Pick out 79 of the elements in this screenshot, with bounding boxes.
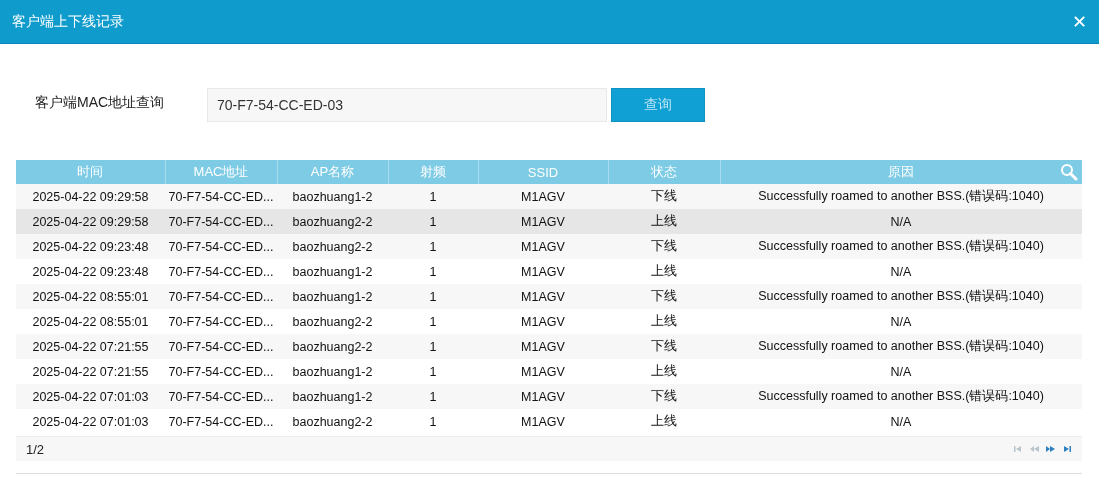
table-cell: 下线	[608, 334, 720, 359]
table-cell: 1	[388, 184, 478, 209]
page-indicator: 1/2	[26, 441, 45, 457]
table-cell: Successfully roamed to another BSS.(错误码:1040)	[720, 334, 1082, 359]
column-header[interactable]: SSID	[478, 160, 608, 184]
table-cell: 2025-04-22 09:23:48	[16, 234, 165, 259]
table-cell: M1AGV	[478, 359, 608, 384]
table-cell: 70-F7-54-CC-ED...	[165, 359, 277, 384]
table-cell: N/A	[720, 209, 1082, 234]
window-title: 客户端上下线记录	[12, 12, 124, 31]
column-header[interactable]: 状态	[608, 160, 720, 184]
table-cell: 1	[388, 259, 478, 284]
close-button[interactable]: ✕	[1071, 11, 1087, 32]
table-cell: 1	[388, 384, 478, 409]
table-cell: 1	[388, 209, 478, 234]
column-header[interactable]: MAC地址	[165, 160, 277, 184]
table-cell: 2025-04-22 09:23:48	[16, 259, 165, 284]
table-cell: 70-F7-54-CC-ED...	[165, 384, 277, 409]
table-cell: 1	[388, 359, 478, 384]
table-cell: 1	[388, 284, 478, 309]
table-cell: baozhuang1-2	[277, 184, 388, 209]
table-cell: 下线	[608, 284, 720, 309]
table-cell: M1AGV	[478, 259, 608, 284]
query-button[interactable]: 查询	[611, 88, 705, 122]
table-cell: 下线	[608, 234, 720, 259]
table-cell: baozhuang2-2	[277, 334, 388, 359]
table-cell: Successfully roamed to another BSS.(错误码:1040)	[720, 384, 1082, 409]
column-header[interactable]: 时间	[16, 160, 165, 184]
table-cell: N/A	[720, 259, 1082, 284]
table-cell: Successfully roamed to another BSS.(错误码:1040)	[720, 234, 1082, 259]
table-cell: baozhuang2-2	[277, 234, 388, 259]
table-cell: N/A	[720, 359, 1082, 384]
table-cell: 下线	[608, 184, 720, 209]
table-cell: 2025-04-22 08:55:01	[16, 284, 165, 309]
table-cell: baozhuang2-2	[277, 309, 388, 334]
table-cell: 70-F7-54-CC-ED...	[165, 334, 277, 359]
table-cell: M1AGV	[478, 384, 608, 409]
table-cell: 70-F7-54-CC-ED...	[165, 234, 277, 259]
table-cell: baozhuang1-2	[277, 284, 388, 309]
table-cell: 70-F7-54-CC-ED...	[165, 309, 277, 334]
table-cell: baozhuang1-2	[277, 384, 388, 409]
table-cell: 1	[388, 334, 478, 359]
table-cell: Successfully roamed to another BSS.(错误码:1040)	[720, 184, 1082, 209]
table-cell: 2025-04-22 08:55:01	[16, 309, 165, 334]
table-cell: 70-F7-54-CC-ED...	[165, 284, 277, 309]
search-label: 客户端MAC地址查询	[35, 94, 166, 112]
table-cell: 下线	[608, 384, 720, 409]
table-cell: N/A	[720, 309, 1082, 334]
last-page-icon[interactable]	[1061, 444, 1072, 454]
table-cell: 1	[388, 309, 478, 334]
table-cell: baozhuang2-2	[277, 209, 388, 234]
table-cell: 1	[388, 234, 478, 259]
column-header[interactable]: AP名称	[277, 160, 388, 184]
table-cell: 上线	[608, 309, 720, 334]
mac-search-field[interactable]: 70-F7-54-CC-ED-03	[207, 88, 607, 122]
next-page-icon[interactable]	[1045, 444, 1056, 454]
column-header[interactable]: 射频	[388, 160, 478, 184]
table-cell: M1AGV	[478, 184, 608, 209]
table-cell: baozhuang1-2	[277, 359, 388, 384]
column-header[interactable]: 原因	[720, 160, 1082, 184]
table-cell: 2025-04-22 07:21:55	[16, 334, 165, 359]
search-icon[interactable]	[1060, 163, 1078, 181]
table-cell: M1AGV	[478, 234, 608, 259]
table-cell: 2025-04-22 09:29:58	[16, 184, 165, 209]
table-cell: 70-F7-54-CC-ED...	[165, 259, 277, 284]
table-cell: M1AGV	[478, 284, 608, 309]
table-cell: 2025-04-22 07:01:03	[16, 384, 165, 409]
table-cell: Successfully roamed to another BSS.(错误码:1040)	[720, 284, 1082, 309]
table-cell: 2025-04-22 09:29:58	[16, 209, 165, 234]
table-cell: baozhuang1-2	[277, 259, 388, 284]
table-cell: 70-F7-54-CC-ED...	[165, 184, 277, 209]
table-cell: 70-F7-54-CC-ED...	[165, 209, 277, 234]
table-cell: 上线	[608, 209, 720, 234]
table-cell: 上线	[608, 359, 720, 384]
table-cell: M1AGV	[478, 209, 608, 234]
table-cell: 上线	[608, 259, 720, 284]
table-cell: 2025-04-22 07:21:55	[16, 359, 165, 384]
table-cell: M1AGV	[478, 309, 608, 334]
table-cell: M1AGV	[478, 334, 608, 359]
